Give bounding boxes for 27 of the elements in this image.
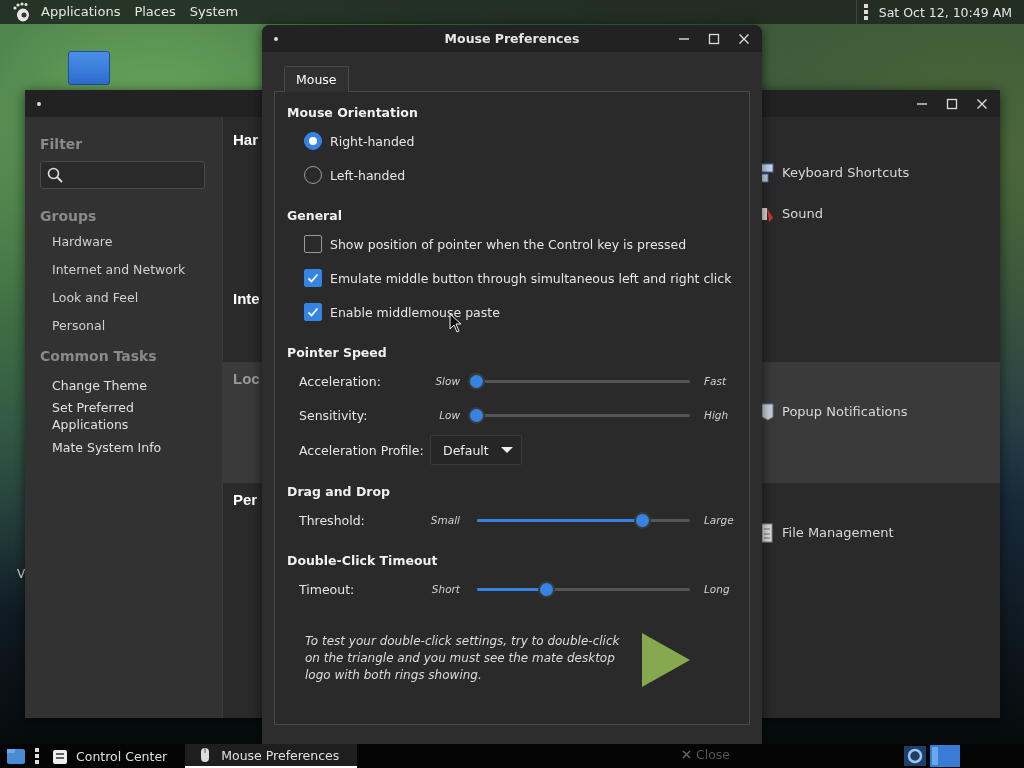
- slider-min-label: Small: [429, 514, 460, 526]
- slider-label: Threshold:: [299, 512, 366, 528]
- section-heading: Double-Click Timeout: [287, 552, 439, 570]
- sidebar-heading: Filter: [40, 135, 84, 154]
- sidebar-heading: Common Tasks: [40, 347, 158, 366]
- category-heading: Har: [233, 130, 259, 150]
- dropdown-label: Acceleration Profile:: [299, 442, 425, 458]
- slider-min-label: Short: [430, 583, 460, 595]
- slider-max-label: Large: [704, 514, 734, 526]
- section-heading: Mouse Orientation: [287, 104, 419, 122]
- slider-label: Sensitivity:: [299, 407, 369, 423]
- window-title: Mouse Preferences: [444, 31, 580, 46]
- section-heading: General: [287, 207, 343, 225]
- slider-min-label: Slow: [434, 375, 460, 387]
- slider-max-label: Fast: [704, 375, 727, 387]
- slider-max-label: High: [704, 409, 729, 421]
- section-heading: Pointer Speed: [287, 344, 388, 362]
- category-heading: Per: [233, 490, 259, 510]
- section-heading: Drag and Drop: [287, 483, 391, 501]
- sidebar-heading: Groups: [40, 207, 98, 226]
- hint-text: To test your double-click settings, try to double-click on the triangle and you must see the mate desktop logo with both rings showing.: [305, 632, 621, 684]
- slider-label: Acceleration:: [299, 373, 382, 389]
- slider-label: Timeout:: [299, 581, 356, 597]
- slider-min-label: Low: [438, 409, 460, 421]
- category-heading: Loc: [233, 369, 261, 389]
- slider-max-label: Long: [704, 583, 730, 595]
- desktop-label: V: [17, 567, 26, 581]
